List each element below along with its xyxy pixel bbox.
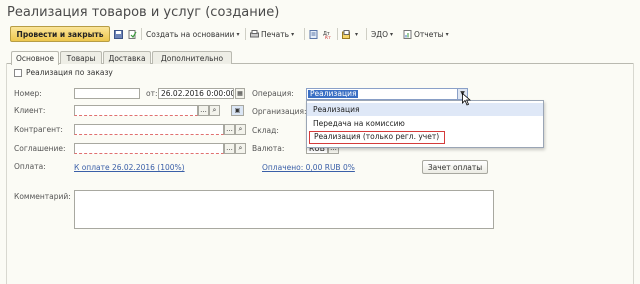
comment-field[interactable] bbox=[74, 190, 494, 229]
warehouse-label: Склад: bbox=[252, 126, 279, 135]
svg-text:Кт: Кт bbox=[325, 35, 331, 39]
dropdown-arrow-icon: ▾ bbox=[355, 30, 359, 38]
print-menu[interactable]: Печать ▾ bbox=[250, 27, 294, 41]
client-open-button[interactable]: ⌕ bbox=[209, 105, 220, 116]
payment-label: Оплата: bbox=[14, 162, 46, 171]
operation-label: Операция: bbox=[252, 89, 294, 98]
date-from-label: от: bbox=[146, 89, 158, 98]
operation-dropdown-list: Реализация Передача на комиссию Реализац… bbox=[306, 100, 544, 148]
movements-button[interactable]: Дт Кт bbox=[323, 27, 334, 41]
client-label: Клиент: bbox=[14, 106, 46, 115]
post-and-close-button[interactable]: Провести и закрыть bbox=[10, 26, 110, 42]
number-label: Номер: bbox=[14, 89, 42, 98]
agreement-label: Соглашение: bbox=[14, 144, 66, 153]
search-icon: ⌕ bbox=[238, 125, 243, 133]
number-field[interactable] bbox=[74, 88, 140, 99]
mouse-cursor-icon bbox=[462, 92, 472, 109]
counterparty-label: Контрагент: bbox=[14, 125, 63, 134]
printer-icon bbox=[250, 29, 259, 39]
dropdown-item-sale[interactable]: Реализация bbox=[307, 103, 543, 116]
tab-goods[interactable]: Товары bbox=[60, 51, 102, 64]
attachment-icon bbox=[342, 29, 351, 39]
dropdown-item-commission[interactable]: Передача на комиссию bbox=[307, 117, 543, 130]
client-select-button[interactable]: ... bbox=[198, 105, 209, 116]
dropdown-item-sale-reg-only[interactable]: Реализация (только регл. учет) bbox=[309, 131, 445, 144]
operation-select[interactable]: Реализация ▼ bbox=[306, 88, 468, 100]
search-icon: ⌕ bbox=[212, 106, 217, 114]
dropdown-arrow-icon: ▾ bbox=[390, 30, 394, 38]
counterparty-open-button[interactable]: ⌕ bbox=[235, 124, 246, 135]
post-document-icon bbox=[128, 29, 137, 39]
save-button[interactable] bbox=[114, 27, 125, 41]
payment-schedule-link[interactable]: К оплате 26.02.2016 (100%) bbox=[74, 163, 185, 172]
floppy-disk-icon bbox=[114, 29, 123, 39]
date-field[interactable]: 26.02.2016 0:00:00 bbox=[158, 88, 234, 99]
payment-offset-button[interactable]: Зачет оплаты bbox=[422, 160, 488, 174]
calendar-button[interactable]: ▦ bbox=[235, 88, 245, 99]
edo-menu[interactable]: ЭДО ▾ bbox=[371, 27, 393, 41]
structure-button[interactable] bbox=[309, 27, 320, 41]
currency-label: Валюта: bbox=[252, 144, 285, 153]
page-title: Реализация товаров и услуг (создание) bbox=[7, 5, 280, 20]
dropdown-arrow-icon: ▾ bbox=[236, 30, 240, 38]
paid-amount-link[interactable]: Оплачено: 0,00 RUB 0% bbox=[262, 163, 355, 172]
dropdown-arrow-icon: ▾ bbox=[445, 30, 449, 38]
organization-label: Организация: bbox=[252, 107, 307, 116]
client-card-button[interactable]: ▣ bbox=[231, 105, 244, 116]
debit-credit-icon: Дт Кт bbox=[323, 30, 332, 41]
create-based-on-menu[interactable]: Создать на основании ▾ bbox=[146, 27, 240, 41]
client-field[interactable] bbox=[74, 105, 198, 116]
counterparty-select-button[interactable]: ... bbox=[224, 124, 235, 135]
tab-main[interactable]: Основное bbox=[11, 51, 59, 65]
contact-card-icon: ▣ bbox=[234, 107, 241, 114]
reports-icon bbox=[403, 29, 412, 39]
post-button[interactable] bbox=[128, 27, 139, 41]
order-checkbox[interactable] bbox=[14, 69, 22, 77]
comment-label: Комментарий: bbox=[14, 192, 71, 201]
attach-files-menu[interactable]: ▾ bbox=[342, 27, 358, 41]
agreement-select-button[interactable]: ... bbox=[224, 143, 235, 154]
agreement-field[interactable] bbox=[74, 143, 224, 154]
calendar-icon: ▦ bbox=[237, 90, 243, 97]
reports-menu[interactable]: Отчеты ▾ bbox=[403, 27, 449, 41]
document-list-icon bbox=[309, 29, 318, 39]
agreement-open-button[interactable]: ⌕ bbox=[235, 143, 246, 154]
tab-delivery[interactable]: Доставка bbox=[103, 51, 151, 64]
dropdown-arrow-icon: ▾ bbox=[291, 30, 295, 38]
operation-value: Реализация bbox=[308, 89, 359, 98]
search-icon: ⌕ bbox=[238, 144, 243, 152]
counterparty-field[interactable] bbox=[74, 124, 224, 135]
order-checkbox-label: Реализация по заказу bbox=[26, 68, 113, 77]
tab-additional[interactable]: Дополнительно bbox=[152, 51, 232, 64]
